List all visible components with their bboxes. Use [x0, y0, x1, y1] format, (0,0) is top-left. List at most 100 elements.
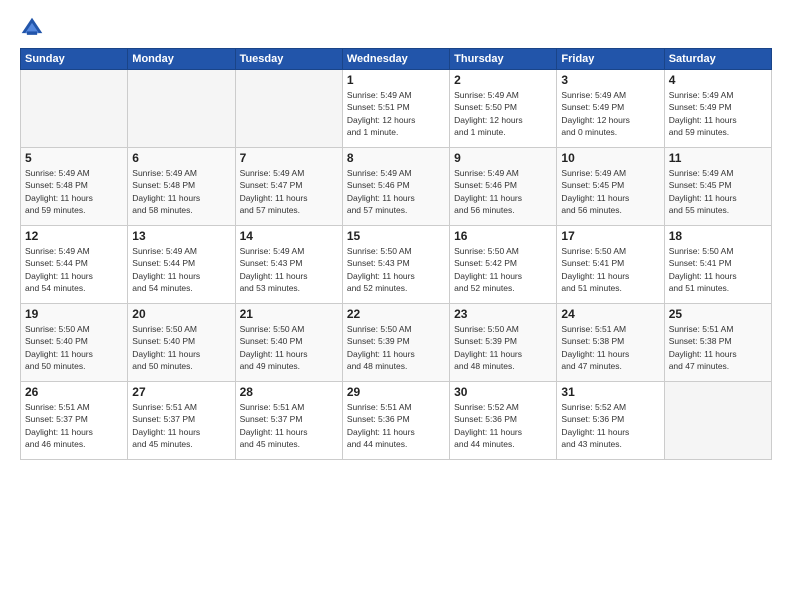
day-info: Sunrise: 5:50 AM Sunset: 5:41 PM Dayligh…	[669, 245, 767, 294]
logo-icon	[20, 16, 44, 40]
day-cell: 22 Sunrise: 5:50 AM Sunset: 5:39 PM Dayli…	[342, 304, 449, 382]
day-number: 19	[25, 307, 123, 321]
day-cell: 1Sunrise: 5:49 AM Sunset: 5:51 PM Daylig…	[342, 70, 449, 148]
day-number: 27	[132, 385, 230, 399]
logo	[20, 16, 48, 40]
day-number: 13	[132, 229, 230, 243]
day-info: Sunrise: 5:50 AM Sunset: 5:40 PM Dayligh…	[240, 323, 338, 372]
weekday-header-wednesday: Wednesday	[342, 49, 449, 70]
day-number: 17	[561, 229, 659, 243]
day-cell: 8 Sunrise: 5:49 AM Sunset: 5:46 PM Daylig…	[342, 148, 449, 226]
day-cell: 30 Sunrise: 5:52 AM Sunset: 5:36 PM Dayli…	[450, 382, 557, 460]
day-cell: 15 Sunrise: 5:50 AM Sunset: 5:43 PM Dayli…	[342, 226, 449, 304]
day-cell	[664, 382, 771, 460]
day-number: 9	[454, 151, 552, 165]
day-cell: 6Sunrise: 5:49 AM Sunset: 5:48 PM Daylig…	[128, 148, 235, 226]
day-number: 16	[454, 229, 552, 243]
day-info: Sunrise: 5:49 AM Sunset: 5:49 PM Dayligh…	[561, 89, 659, 138]
day-number: 12	[25, 229, 123, 243]
day-number: 23	[454, 307, 552, 321]
week-row-5: 26 Sunrise: 5:51 AM Sunset: 5:37 PM Dayli…	[21, 382, 772, 460]
day-number: 4	[669, 73, 767, 87]
day-cell: 21Sunrise: 5:50 AM Sunset: 5:40 PM Dayli…	[235, 304, 342, 382]
day-cell: 13 Sunrise: 5:49 AM Sunset: 5:44 PM Dayli…	[128, 226, 235, 304]
weekday-header-sunday: Sunday	[21, 49, 128, 70]
day-number: 3	[561, 73, 659, 87]
day-info: Sunrise: 5:49 AM Sunset: 5:43 PM Dayligh…	[240, 245, 338, 294]
day-cell	[235, 70, 342, 148]
day-info: Sunrise: 5:50 AM Sunset: 5:43 PM Dayligh…	[347, 245, 445, 294]
day-number: 10	[561, 151, 659, 165]
day-info: Sunrise: 5:50 AM Sunset: 5:39 PM Dayligh…	[347, 323, 445, 372]
day-cell: 27 Sunrise: 5:51 AM Sunset: 5:37 PM Dayli…	[128, 382, 235, 460]
day-cell: 20 Sunrise: 5:50 AM Sunset: 5:40 PM Dayli…	[128, 304, 235, 382]
day-info: Sunrise: 5:50 AM Sunset: 5:42 PM Dayligh…	[454, 245, 552, 294]
day-number: 25	[669, 307, 767, 321]
day-info: Sunrise: 5:52 AM Sunset: 5:36 PM Dayligh…	[454, 401, 552, 450]
day-number: 11	[669, 151, 767, 165]
day-info: Sunrise: 5:49 AM Sunset: 5:50 PM Dayligh…	[454, 89, 552, 138]
day-number: 8	[347, 151, 445, 165]
day-info: Sunrise: 5:49 AM Sunset: 5:44 PM Dayligh…	[25, 245, 123, 294]
day-cell: 16 Sunrise: 5:50 AM Sunset: 5:42 PM Dayli…	[450, 226, 557, 304]
day-cell: 5 Sunrise: 5:49 AM Sunset: 5:48 PM Daylig…	[21, 148, 128, 226]
day-info: Sunrise: 5:49 AM Sunset: 5:46 PM Dayligh…	[454, 167, 552, 216]
day-cell: 29Sunrise: 5:51 AM Sunset: 5:36 PM Dayli…	[342, 382, 449, 460]
day-info: Sunrise: 5:49 AM Sunset: 5:45 PM Dayligh…	[669, 167, 767, 216]
day-cell: 19 Sunrise: 5:50 AM Sunset: 5:40 PM Dayli…	[21, 304, 128, 382]
day-info: Sunrise: 5:50 AM Sunset: 5:40 PM Dayligh…	[132, 323, 230, 372]
day-number: 31	[561, 385, 659, 399]
day-number: 6	[132, 151, 230, 165]
weekday-header-friday: Friday	[557, 49, 664, 70]
weekday-header-monday: Monday	[128, 49, 235, 70]
day-number: 14	[240, 229, 338, 243]
day-number: 5	[25, 151, 123, 165]
day-cell: 10 Sunrise: 5:49 AM Sunset: 5:45 PM Dayli…	[557, 148, 664, 226]
day-info: Sunrise: 5:49 AM Sunset: 5:45 PM Dayligh…	[561, 167, 659, 216]
day-info: Sunrise: 5:49 AM Sunset: 5:47 PM Dayligh…	[240, 167, 338, 216]
day-cell: 31 Sunrise: 5:52 AM Sunset: 5:36 PM Dayli…	[557, 382, 664, 460]
day-info: Sunrise: 5:50 AM Sunset: 5:41 PM Dayligh…	[561, 245, 659, 294]
day-cell: 11 Sunrise: 5:49 AM Sunset: 5:45 PM Dayli…	[664, 148, 771, 226]
day-cell: 26 Sunrise: 5:51 AM Sunset: 5:37 PM Dayli…	[21, 382, 128, 460]
day-cell: 14 Sunrise: 5:49 AM Sunset: 5:43 PM Dayli…	[235, 226, 342, 304]
day-number: 7	[240, 151, 338, 165]
day-info: Sunrise: 5:51 AM Sunset: 5:37 PM Dayligh…	[132, 401, 230, 450]
day-number: 26	[25, 385, 123, 399]
day-cell: 28Sunrise: 5:51 AM Sunset: 5:37 PM Dayli…	[235, 382, 342, 460]
day-number: 22	[347, 307, 445, 321]
week-row-2: 5 Sunrise: 5:49 AM Sunset: 5:48 PM Daylig…	[21, 148, 772, 226]
weekday-header-saturday: Saturday	[664, 49, 771, 70]
day-number: 24	[561, 307, 659, 321]
day-info: Sunrise: 5:49 AM Sunset: 5:49 PM Dayligh…	[669, 89, 767, 138]
week-row-4: 19 Sunrise: 5:50 AM Sunset: 5:40 PM Dayli…	[21, 304, 772, 382]
header	[20, 16, 772, 40]
day-info: Sunrise: 5:50 AM Sunset: 5:39 PM Dayligh…	[454, 323, 552, 372]
day-cell: 25 Sunrise: 5:51 AM Sunset: 5:38 PM Dayli…	[664, 304, 771, 382]
day-cell: 9 Sunrise: 5:49 AM Sunset: 5:46 PM Daylig…	[450, 148, 557, 226]
day-cell: 2 Sunrise: 5:49 AM Sunset: 5:50 PM Daylig…	[450, 70, 557, 148]
day-cell: 24 Sunrise: 5:51 AM Sunset: 5:38 PM Dayli…	[557, 304, 664, 382]
day-info: Sunrise: 5:49 AM Sunset: 5:46 PM Dayligh…	[347, 167, 445, 216]
day-number: 28	[240, 385, 338, 399]
weekday-header-row: SundayMondayTuesdayWednesdayThursdayFrid…	[21, 49, 772, 70]
day-info: Sunrise: 5:52 AM Sunset: 5:36 PM Dayligh…	[561, 401, 659, 450]
day-info: Sunrise: 5:51 AM Sunset: 5:37 PM Dayligh…	[25, 401, 123, 450]
day-number: 30	[454, 385, 552, 399]
day-number: 29	[347, 385, 445, 399]
day-info: Sunrise: 5:51 AM Sunset: 5:38 PM Dayligh…	[669, 323, 767, 372]
day-info: Sunrise: 5:49 AM Sunset: 5:51 PM Dayligh…	[347, 89, 445, 138]
calendar-table: SundayMondayTuesdayWednesdayThursdayFrid…	[20, 48, 772, 460]
day-info: Sunrise: 5:49 AM Sunset: 5:48 PM Dayligh…	[25, 167, 123, 216]
day-info: Sunrise: 5:50 AM Sunset: 5:40 PM Dayligh…	[25, 323, 123, 372]
day-number: 2	[454, 73, 552, 87]
day-cell: 17 Sunrise: 5:50 AM Sunset: 5:41 PM Dayli…	[557, 226, 664, 304]
weekday-header-thursday: Thursday	[450, 49, 557, 70]
day-number: 20	[132, 307, 230, 321]
weekday-header-tuesday: Tuesday	[235, 49, 342, 70]
day-number: 15	[347, 229, 445, 243]
day-info: Sunrise: 5:51 AM Sunset: 5:38 PM Dayligh…	[561, 323, 659, 372]
day-cell: 18Sunrise: 5:50 AM Sunset: 5:41 PM Dayli…	[664, 226, 771, 304]
week-row-3: 12 Sunrise: 5:49 AM Sunset: 5:44 PM Dayli…	[21, 226, 772, 304]
day-info: Sunrise: 5:49 AM Sunset: 5:44 PM Dayligh…	[132, 245, 230, 294]
